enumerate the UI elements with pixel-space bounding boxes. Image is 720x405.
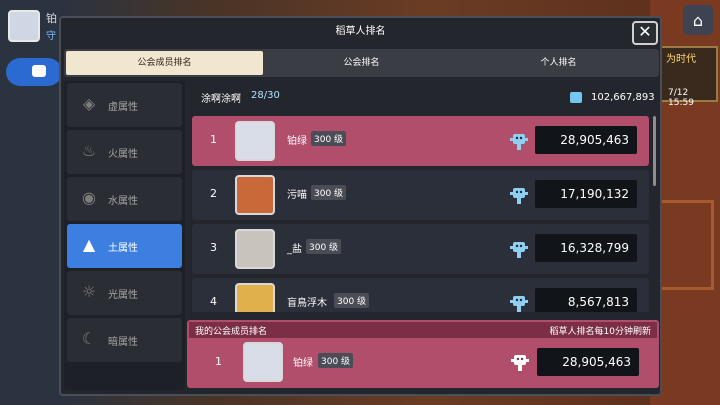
attribute-list: ◈ 虚属性 ♨ 火属性 ◉ 水属性 ▲ 土属性 ☼ 光属性 ☾ 暗属性 bbox=[64, 81, 185, 390]
player-avatar[interactable] bbox=[8, 10, 40, 42]
member-name: _盐 bbox=[287, 244, 302, 255]
guild-name: 涂啊涂啊 bbox=[201, 94, 241, 105]
refresh-note: 稻草人排名每10分钟刷新 bbox=[549, 327, 651, 337]
attribute-label: 光属性 bbox=[108, 290, 138, 301]
ranking-modal: 稻草人排名 ✕ 公会成员排名 公会排名 个人排名 ◈ 虚属性 ♨ 火属性 ◉ 水… bbox=[59, 16, 662, 396]
member-level: 300 级 bbox=[334, 293, 370, 308]
member-name: 铂绿 bbox=[293, 358, 313, 369]
attribute-dark[interactable]: ☾ 暗属性 bbox=[67, 318, 182, 362]
attribute-water[interactable]: ◉ 水属性 bbox=[67, 177, 182, 221]
member-level: 300 级 bbox=[306, 239, 342, 254]
chat-button[interactable] bbox=[6, 58, 62, 86]
scarecrow-icon bbox=[510, 296, 528, 312]
rank-number: 4 bbox=[210, 295, 217, 308]
dark-icon: ☾ bbox=[81, 329, 97, 348]
member-avatar[interactable] bbox=[235, 283, 275, 312]
light-icon: ☼ bbox=[81, 282, 97, 301]
ranking-scrollbar[interactable] bbox=[653, 116, 656, 186]
wall-panel bbox=[658, 200, 714, 290]
guild-member-count: 28/30 bbox=[251, 90, 280, 101]
player-sub-partial: 守 bbox=[46, 31, 56, 42]
ranking-row[interactable]: 3 _盐 300 级 16,328,799 bbox=[192, 224, 649, 274]
event-text: 为时代 bbox=[666, 54, 696, 65]
rank-number: 1 bbox=[215, 355, 222, 368]
member-name: 污喵 bbox=[287, 190, 307, 201]
ranking-row[interactable]: 2 污喵 300 级 17,190,132 bbox=[192, 170, 649, 220]
event-banner[interactable]: 为时代 7/12 15:59 bbox=[660, 46, 718, 108]
attribute-label: 水属性 bbox=[108, 196, 138, 207]
tab-guild-member-ranking[interactable]: 公会成员排名 bbox=[66, 51, 263, 75]
member-name: 盲鳥浮木 bbox=[287, 298, 327, 309]
member-score: 17,190,132 bbox=[535, 180, 637, 208]
scarecrow-icon bbox=[511, 355, 529, 371]
rank-number: 1 bbox=[210, 133, 217, 146]
scarecrow-icon bbox=[510, 242, 528, 258]
my-ranking-header: 我的公会成员排名 稻草人排名每10分钟刷新 bbox=[189, 322, 657, 338]
ranking-list[interactable]: 1 铂绿 300 级 28,905,463 2 污喵 300 级 17,190,… bbox=[189, 116, 657, 312]
member-score: 28,905,463 bbox=[535, 126, 637, 154]
my-ranking-panel: 我的公会成员排名 稻草人排名每10分钟刷新 1 铂绿 300 级 28,905,… bbox=[187, 320, 659, 388]
scarecrow-icon bbox=[570, 92, 582, 103]
rank-number: 2 bbox=[210, 187, 217, 200]
rank-number: 3 bbox=[210, 241, 217, 254]
member-level: 300 级 bbox=[311, 131, 347, 146]
member-score: 28,905,463 bbox=[537, 348, 639, 376]
guild-summary: 涂啊涂啊 28/30 102,667,893 bbox=[189, 81, 657, 111]
my-ranking-row[interactable]: 1 铂绿 300 级 28,905,463 bbox=[189, 338, 657, 386]
attribute-void[interactable]: ◈ 虚属性 bbox=[67, 83, 182, 127]
attribute-fire[interactable]: ♨ 火属性 bbox=[67, 130, 182, 174]
attribute-label: 火属性 bbox=[108, 149, 138, 160]
water-icon: ◉ bbox=[82, 188, 96, 207]
member-score: 16,328,799 bbox=[535, 234, 637, 262]
chat-icon bbox=[32, 65, 46, 77]
scarecrow-icon bbox=[510, 188, 528, 204]
player-name-partial: 铂 bbox=[46, 12, 57, 25]
ranking-tabs: 公会成员排名 公会排名 个人排名 bbox=[64, 49, 659, 77]
fire-icon: ♨ bbox=[81, 141, 97, 160]
scarecrow-icon bbox=[510, 134, 528, 150]
attribute-earth[interactable]: ▲ 土属性 bbox=[67, 224, 182, 268]
member-level: 300 级 bbox=[311, 185, 347, 200]
close-button[interactable]: ✕ bbox=[632, 21, 658, 45]
tab-guild-ranking[interactable]: 公会排名 bbox=[263, 51, 460, 75]
my-ranking-title: 我的公会成员排名 bbox=[195, 327, 268, 337]
attribute-label: 土属性 bbox=[108, 243, 138, 254]
home-button[interactable]: ⌂ bbox=[683, 5, 713, 35]
attribute-light[interactable]: ☼ 光属性 bbox=[67, 271, 182, 315]
ranking-row[interactable]: 1 铂绿 300 级 28,905,463 bbox=[192, 116, 649, 166]
member-avatar[interactable] bbox=[235, 175, 275, 215]
modal-title: 稻草人排名 bbox=[335, 26, 386, 37]
member-score: 8,567,813 bbox=[535, 288, 637, 312]
guild-total-score: 102,667,893 bbox=[591, 92, 655, 103]
ranking-row[interactable]: 4 盲鳥浮木 300 级 8,567,813 bbox=[192, 278, 649, 312]
attribute-label: 虚属性 bbox=[108, 102, 138, 113]
member-level: 300 级 bbox=[318, 353, 354, 368]
member-name: 铂绿 bbox=[287, 136, 307, 147]
member-avatar[interactable] bbox=[243, 342, 283, 382]
member-avatar[interactable] bbox=[235, 229, 275, 269]
close-icon: ✕ bbox=[638, 22, 652, 41]
attribute-label: 暗属性 bbox=[108, 337, 138, 348]
event-time: 7/12 15:59 bbox=[668, 88, 694, 108]
member-avatar[interactable] bbox=[235, 121, 275, 161]
tab-personal-ranking[interactable]: 个人排名 bbox=[460, 51, 657, 75]
void-icon: ◈ bbox=[82, 94, 96, 113]
earth-icon: ▲ bbox=[82, 235, 96, 254]
home-icon: ⌂ bbox=[692, 10, 704, 30]
